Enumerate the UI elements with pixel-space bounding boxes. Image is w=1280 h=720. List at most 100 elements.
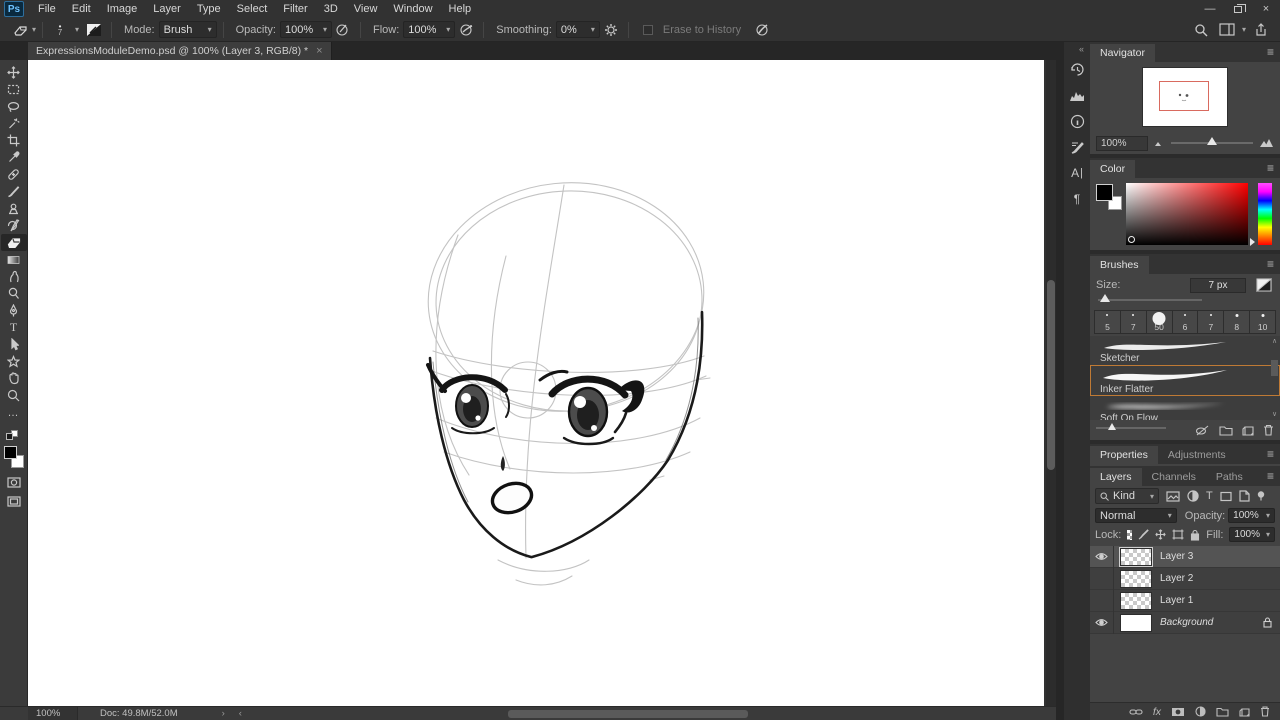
hue-ramp[interactable] (1258, 183, 1272, 245)
new-adjustment-layer-icon[interactable] (1195, 706, 1206, 717)
lock-artboard-icon[interactable] (1172, 529, 1184, 540)
add-layer-mask-icon[interactable] (1171, 707, 1185, 717)
foreground-background-swatches[interactable] (3, 446, 24, 468)
new-brush-icon[interactable] (1242, 424, 1254, 436)
smoothing-gear-icon[interactable] (600, 21, 622, 39)
window-close-button[interactable]: × (1252, 0, 1280, 18)
brush-item-soft-on-flow[interactable]: Soft On Flow (1090, 396, 1280, 420)
angle-slider-thumb[interactable] (1108, 423, 1116, 430)
history-panel-icon[interactable] (1064, 56, 1090, 82)
tool-type[interactable]: T (1, 319, 27, 336)
document-canvas[interactable] (28, 60, 1044, 706)
tool-dodge[interactable] (1, 285, 27, 302)
menu-file[interactable]: File (30, 0, 64, 18)
expand-panels-icon[interactable]: « (1079, 42, 1090, 56)
layer-row-layer-1[interactable]: Layer 1 (1090, 589, 1280, 612)
tab-layers[interactable]: Layers (1090, 468, 1142, 486)
delete-layer-trash-icon[interactable] (1260, 706, 1270, 717)
color-panel-swatches[interactable] (1096, 184, 1122, 210)
default-swap-colors-icon[interactable] (5, 430, 22, 442)
tool-path-selection[interactable] (1, 336, 27, 353)
canvas-vertical-scrollbar[interactable] (1046, 60, 1056, 706)
blend-mode-dropdown[interactable]: Normal ▾ (1095, 508, 1177, 523)
document-tab-close-icon[interactable]: × (316, 45, 322, 57)
tool-zoom[interactable] (1, 387, 27, 404)
layer-filter-kind-dropdown[interactable]: Kind ▾ (1095, 488, 1159, 504)
brush-item-inker-flatter[interactable]: Inker Flatter (1090, 365, 1280, 396)
filter-image-layers-icon[interactable] (1166, 490, 1180, 502)
layer-row-background[interactable]: Background (1090, 611, 1280, 634)
link-layers-icon[interactable] (1129, 708, 1143, 716)
lock-all-icon[interactable] (1190, 529, 1200, 541)
menu-help[interactable]: Help (441, 0, 480, 18)
navigator-panel-menu-icon[interactable]: ≡ (1267, 45, 1274, 59)
tool-clone-stamp[interactable] (1, 200, 27, 217)
color-panel-menu-icon[interactable]: ≡ (1267, 161, 1274, 175)
tool-move[interactable] (1, 64, 27, 81)
tool-pen[interactable] (1, 302, 27, 319)
filter-pin-icon[interactable] (1257, 491, 1265, 501)
tab-channels[interactable]: Channels (1142, 468, 1206, 486)
layer-row-layer-3[interactable]: Layer 3 (1090, 545, 1280, 568)
brush-preset[interactable]: 10 (1250, 311, 1275, 333)
tool-spot-healing-brush[interactable] (1, 166, 27, 183)
delete-brush-trash-icon[interactable] (1263, 424, 1274, 436)
lock-position-icon[interactable] (1155, 529, 1167, 540)
menu-type[interactable]: Type (189, 0, 229, 18)
document-tab[interactable]: ExpressionsModuleDemo.psd @ 100% (Layer … (28, 42, 332, 60)
smoothing-dropdown[interactable]: 0% ▾ (555, 21, 600, 38)
tool-gradient[interactable] (1, 251, 27, 268)
navigator-view-box[interactable] (1159, 81, 1209, 111)
brush-size-slider[interactable] (1098, 294, 1202, 308)
properties-panel-menu-icon[interactable]: ≡ (1267, 447, 1274, 461)
info-panel-icon[interactable] (1064, 108, 1090, 134)
tab-navigator[interactable]: Navigator (1090, 44, 1155, 62)
layer-name[interactable]: Layer 3 (1160, 551, 1193, 562)
tool-hand[interactable] (1, 370, 27, 387)
tool-crop[interactable] (1, 132, 27, 149)
tool-lasso[interactable] (1, 98, 27, 115)
tab-properties[interactable]: Properties (1090, 446, 1158, 464)
layer-row-layer-2[interactable]: Layer 2 (1090, 567, 1280, 590)
color-cursor[interactable] (1128, 236, 1135, 243)
brush-settings-panel-toggle-icon[interactable] (83, 21, 105, 39)
visibility-toggle[interactable] (1090, 545, 1114, 568)
navigator-zoom-field[interactable]: 100% (1096, 135, 1148, 151)
flow-dropdown[interactable]: 100% ▾ (403, 21, 456, 38)
menu-layer[interactable]: Layer (145, 0, 189, 18)
layer-thumbnail[interactable] (1120, 569, 1152, 588)
brush-settings-toggle-icon[interactable] (1256, 278, 1272, 292)
menu-edit[interactable]: Edit (64, 0, 99, 18)
pressure-opacity-icon[interactable] (332, 21, 354, 39)
tab-brushes[interactable]: Brushes (1090, 256, 1149, 274)
status-popup-chevron-icon[interactable]: › (222, 708, 225, 719)
tab-paths[interactable]: Paths (1206, 468, 1253, 486)
zoom-in-icon[interactable] (1259, 138, 1274, 148)
fill-dropdown[interactable]: 100% ▾ (1229, 527, 1275, 542)
zoom-out-icon[interactable] (1154, 139, 1165, 147)
tool-brush[interactable] (1, 183, 27, 200)
lock-image-pixels-icon[interactable] (1138, 529, 1150, 540)
visibility-toggle[interactable] (1090, 611, 1114, 634)
layer-name[interactable]: Layer 2 (1160, 573, 1193, 584)
lock-transparency-icon[interactable] (1127, 529, 1133, 540)
tool-history-brush[interactable] (1, 217, 27, 234)
opacity-dropdown[interactable]: 100% ▾ (279, 21, 332, 38)
menu-select[interactable]: Select (229, 0, 276, 18)
vertical-scrollbar-thumb[interactable] (1047, 280, 1055, 470)
filter-adjustment-layers-icon[interactable] (1187, 490, 1199, 502)
brush-scrollbar-thumb[interactable] (1271, 360, 1278, 376)
tab-color[interactable]: Color (1090, 160, 1136, 178)
layer-thumbnail[interactable] (1120, 613, 1152, 632)
brushes-panel-menu-icon[interactable]: ≡ (1267, 257, 1274, 271)
horizontal-scrollbar-thumb[interactable] (508, 710, 748, 718)
tool-rectangular-marquee[interactable] (1, 81, 27, 98)
layer-thumbnail[interactable] (1119, 546, 1153, 567)
screen-mode-button[interactable] (1, 493, 27, 510)
window-restore-button[interactable] (1224, 0, 1252, 18)
foreground-color-swatch[interactable] (3, 446, 17, 459)
brush-preset[interactable]: 50 (1147, 311, 1173, 333)
workspace-switcher-icon[interactable] (1216, 21, 1238, 39)
scroll-up-icon[interactable]: ∧ (1271, 338, 1278, 345)
tool-eyedropper[interactable] (1, 149, 27, 166)
